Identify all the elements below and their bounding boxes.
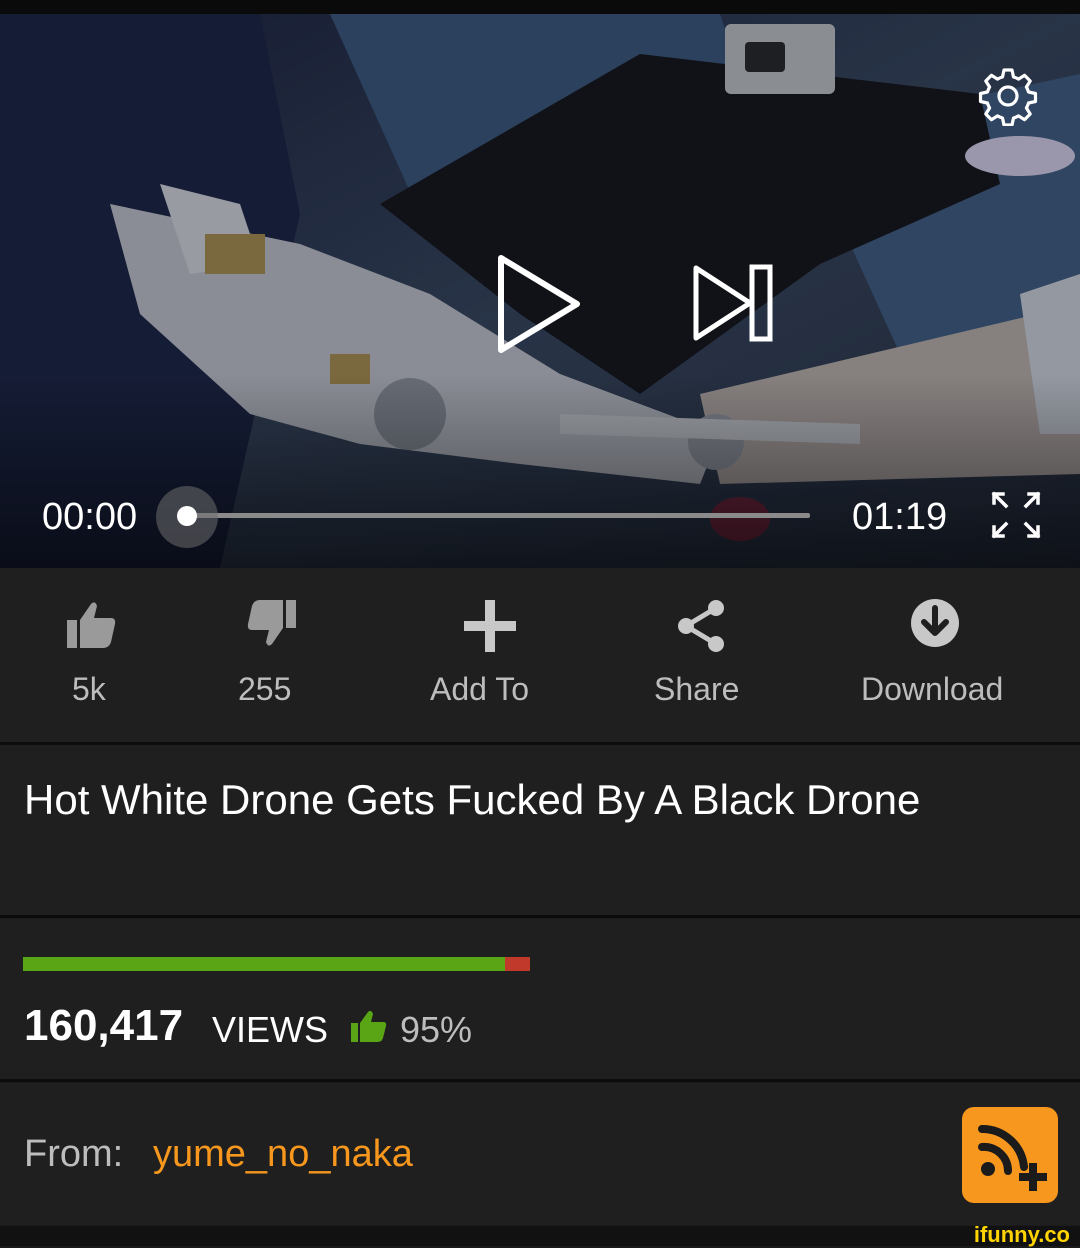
views-label: VIEWS [212, 1009, 329, 1050]
skip-next-icon[interactable] [690, 262, 778, 344]
thumbs-up-icon [67, 602, 116, 648]
download-label: Download [861, 671, 1004, 707]
rating-bar-fill [23, 957, 505, 971]
like-count: 5k [72, 671, 106, 707]
rss-subscribe-icon [978, 1124, 1047, 1191]
dislike-count: 255 [238, 671, 292, 707]
action-bar: 5k 255 Add To Share Download [0, 568, 1080, 742]
share-icon [678, 600, 724, 652]
uploader-link[interactable]: yume_no_naka [153, 1133, 413, 1176]
top-strip [0, 0, 1080, 14]
download-icon [911, 599, 959, 647]
video-player[interactable]: 00:00 01:19 [0, 14, 1080, 568]
rating-percent: 95% [400, 1009, 473, 1050]
add-to-button[interactable]: Add To [420, 568, 560, 742]
divider [0, 915, 1080, 918]
divider [0, 1079, 1080, 1082]
share-label: Share [654, 671, 740, 707]
rating-bar [23, 957, 530, 971]
ifunny-watermark: ifunny.co [973, 1222, 1070, 1247]
thumbs-up-icon [351, 1010, 387, 1042]
thumbs-down-icon [247, 600, 296, 646]
download-button[interactable]: Download [850, 568, 1020, 742]
fullscreen-icon[interactable] [990, 490, 1042, 540]
play-icon[interactable] [493, 252, 585, 356]
gear-icon[interactable] [978, 66, 1038, 126]
video-title: Hot White Drone Gets Fucked By A Black D… [24, 776, 921, 823]
bottom-strip [0, 1226, 1080, 1246]
seek-bar[interactable] [188, 513, 810, 518]
from-label: From: [24, 1133, 124, 1175]
seek-handle[interactable] [177, 506, 197, 526]
uploader-section: From: yume_no_naka [0, 1083, 1080, 1225]
duration: 01:19 [852, 496, 948, 538]
like-button[interactable]: 5k [40, 568, 140, 742]
add-to-label: Add To [430, 671, 530, 707]
stats-section: 160,417 VIEWS 95% [0, 919, 1080, 1079]
current-time: 00:00 [42, 496, 138, 538]
dislike-button[interactable]: 255 [220, 568, 320, 742]
plus-icon [464, 600, 516, 652]
subscribe-button[interactable] [962, 1107, 1058, 1203]
title-section: Hot White Drone Gets Fucked By A Black D… [0, 745, 1080, 915]
views-count: 160,417 [24, 1001, 184, 1050]
share-button[interactable]: Share [640, 568, 760, 742]
